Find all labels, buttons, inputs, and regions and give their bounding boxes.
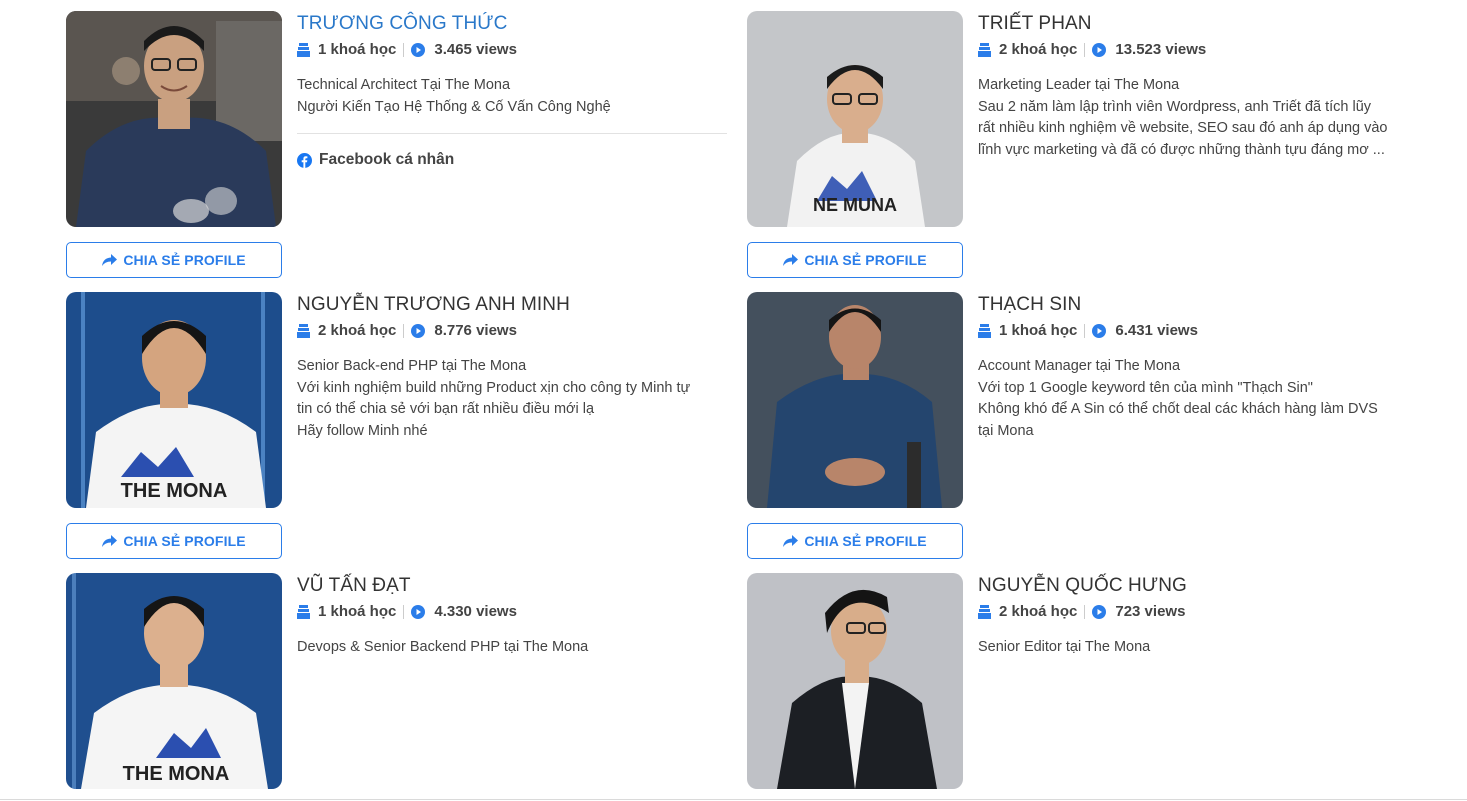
description-line: tin có thể chia sẻ với bạn rất nhiều điề… <box>297 401 595 417</box>
course-count: 1 khoá học <box>318 41 397 58</box>
instructor-stats: 2 khoá học 8.776 views <box>297 318 727 343</box>
play-icon <box>1092 604 1107 619</box>
course-icon <box>297 42 310 57</box>
view-count: 723 views <box>1115 603 1186 620</box>
facebook-link[interactable]: Facebook cá nhân <box>297 151 727 169</box>
divider <box>0 799 1467 800</box>
instructor-description: Marketing Leader tại The Mona Sau 2 năm … <box>978 75 1408 161</box>
facebook-icon <box>297 152 312 168</box>
instructor-stats: 1 khoá học 4.330 views <box>297 599 727 624</box>
description-line: Với top 1 Google keyword tên của mình "T… <box>978 379 1313 396</box>
divider <box>297 133 727 134</box>
description-line: Senior Back-end PHP tại The Mona <box>297 358 527 374</box>
description-line: Account Manager tại The Mona <box>978 358 1181 374</box>
description-line: rất nhiều kinh nghiệm về website, SEO sa… <box>978 120 1388 136</box>
view-count: 13.523 views <box>1115 41 1207 58</box>
course-count: 1 khoá học <box>318 603 397 620</box>
description-line: Với kinh nghiệm build những Product xịn … <box>297 379 691 396</box>
instructor-name[interactable]: THẠCH SIN <box>978 292 1408 318</box>
instructor-name[interactable]: VŨ TẤN ĐẠT <box>297 573 727 599</box>
instructor-description: Technical Architect Tại The Mona Người K… <box>297 75 727 118</box>
course-count: 2 khoá học <box>999 41 1078 58</box>
description-line: Senior Editor tại The Mona <box>978 639 1151 655</box>
description-line: Sau 2 năm làm lập trình viên Wordpress, … <box>978 98 1372 115</box>
view-count: 4.330 views <box>434 603 517 620</box>
profile-photo[interactable]: NE MUNA <box>747 11 963 227</box>
course-count: 2 khoá học <box>318 322 397 339</box>
instructor-description: Account Manager tại The Mona Với top 1 G… <box>978 356 1408 442</box>
profile-photo[interactable] <box>66 11 282 227</box>
description-line: Hãy follow Minh nhé <box>297 422 428 439</box>
stats-divider <box>1084 323 1086 338</box>
play-icon <box>411 604 426 619</box>
facebook-label: Facebook cá nhân <box>319 151 455 168</box>
course-count: 1 khoá học <box>999 322 1078 339</box>
play-icon <box>411 42 426 57</box>
stats-divider <box>403 42 405 57</box>
profile-photo[interactable] <box>747 292 963 508</box>
share-profile-label: CHIA SẺ PROFILE <box>804 252 927 268</box>
instructor-grid: CHIA SẺ PROFILE TRƯƠNG CÔNG THỨC 1 khoá … <box>0 0 1467 801</box>
instructor-description: Senior Editor tại The Mona <box>978 637 1408 659</box>
description-line: lĩnh vực marketing và đã có được những t… <box>978 141 1385 158</box>
play-icon <box>1092 42 1107 57</box>
share-profile-button[interactable]: CHIA SẺ PROFILE <box>747 523 963 559</box>
play-icon <box>411 323 426 338</box>
view-count: 8.776 views <box>434 322 517 339</box>
instructor-stats: 1 khoá học 3.465 views <box>297 37 727 62</box>
description-line: Không khó để A Sin có thể chốt deal các … <box>978 401 1378 417</box>
description-line: tại Mona <box>978 422 1034 439</box>
instructor-stats: 2 khoá học 723 views <box>978 599 1408 624</box>
share-profile-button[interactable]: CHIA SẺ PROFILE <box>66 523 282 559</box>
instructor-stats: 1 khoá học 6.431 views <box>978 318 1408 343</box>
stats-divider <box>403 604 405 619</box>
instructor-name[interactable]: TRƯƠNG CÔNG THỨC <box>297 11 727 37</box>
instructor-name[interactable]: NGUYỄN TRƯƠNG ANH MINH <box>297 292 727 318</box>
share-icon <box>783 534 799 547</box>
view-count: 6.431 views <box>1115 322 1198 339</box>
course-icon <box>978 604 991 619</box>
share-profile-button[interactable]: CHIA SẺ PROFILE <box>66 242 282 278</box>
share-icon <box>783 253 799 266</box>
share-profile-button[interactable]: CHIA SẺ PROFILE <box>747 242 963 278</box>
course-icon <box>978 323 991 338</box>
play-icon <box>1092 323 1107 338</box>
description-line: Devops & Senior Backend PHP tại The Mona <box>297 639 589 655</box>
share-icon <box>102 253 118 266</box>
instructor-description: Senior Back-end PHP tại The Mona Với kin… <box>297 356 727 442</box>
svg-text:THE MONA: THE MONA <box>123 763 230 785</box>
profile-photo[interactable]: THE MONA <box>66 573 282 789</box>
description-line: Người Kiến Tạo Hệ Thống & Cố Vấn Công Ng… <box>297 98 611 115</box>
stats-divider <box>1084 604 1086 619</box>
share-profile-label: CHIA SẺ PROFILE <box>123 252 246 268</box>
share-profile-label: CHIA SẺ PROFILE <box>804 533 927 549</box>
stats-divider <box>1084 42 1086 57</box>
share-icon <box>102 534 118 547</box>
profile-photo[interactable] <box>747 573 963 789</box>
stats-divider <box>403 323 405 338</box>
course-icon <box>297 323 310 338</box>
instructor-stats: 2 khoá học 13.523 views <box>978 37 1408 62</box>
description-line: Technical Architect Tại The Mona <box>297 77 511 93</box>
course-icon <box>978 42 991 57</box>
view-count: 3.465 views <box>434 41 517 58</box>
instructor-name[interactable]: TRIẾT PHAN <box>978 11 1408 37</box>
svg-text:THE MONA: THE MONA <box>121 480 228 502</box>
instructor-name[interactable]: NGUYỄN QUỐC HƯNG <box>978 573 1408 599</box>
share-profile-label: CHIA SẺ PROFILE <box>123 533 246 549</box>
course-icon <box>297 604 310 619</box>
description-line: Marketing Leader tại The Mona <box>978 77 1180 93</box>
profile-photo[interactable]: THE MONA <box>66 292 282 508</box>
course-count: 2 khoá học <box>999 603 1078 620</box>
svg-text:NE MUNA: NE MUNA <box>813 195 897 215</box>
instructor-description: Devops & Senior Backend PHP tại The Mona <box>297 637 727 659</box>
